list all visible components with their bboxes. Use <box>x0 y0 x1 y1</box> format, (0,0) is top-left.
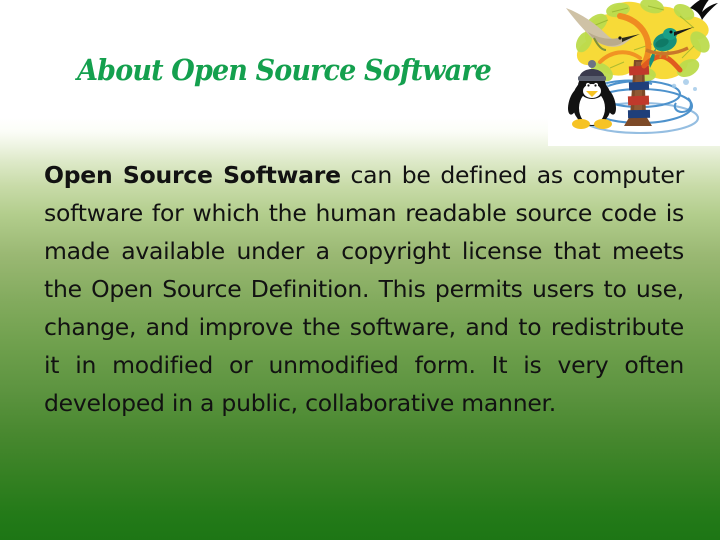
body-rest-text: can be defined as computer software for … <box>44 161 684 417</box>
page-title: About Open Source Software <box>77 53 492 87</box>
body-lead-phrase: Open Source Software <box>44 161 341 189</box>
body-paragraph: Open Source Software can be defined as c… <box>44 156 684 422</box>
open-source-tree-illustration <box>548 0 720 156</box>
slide: About Open Source Software Open Source S… <box>0 0 720 540</box>
